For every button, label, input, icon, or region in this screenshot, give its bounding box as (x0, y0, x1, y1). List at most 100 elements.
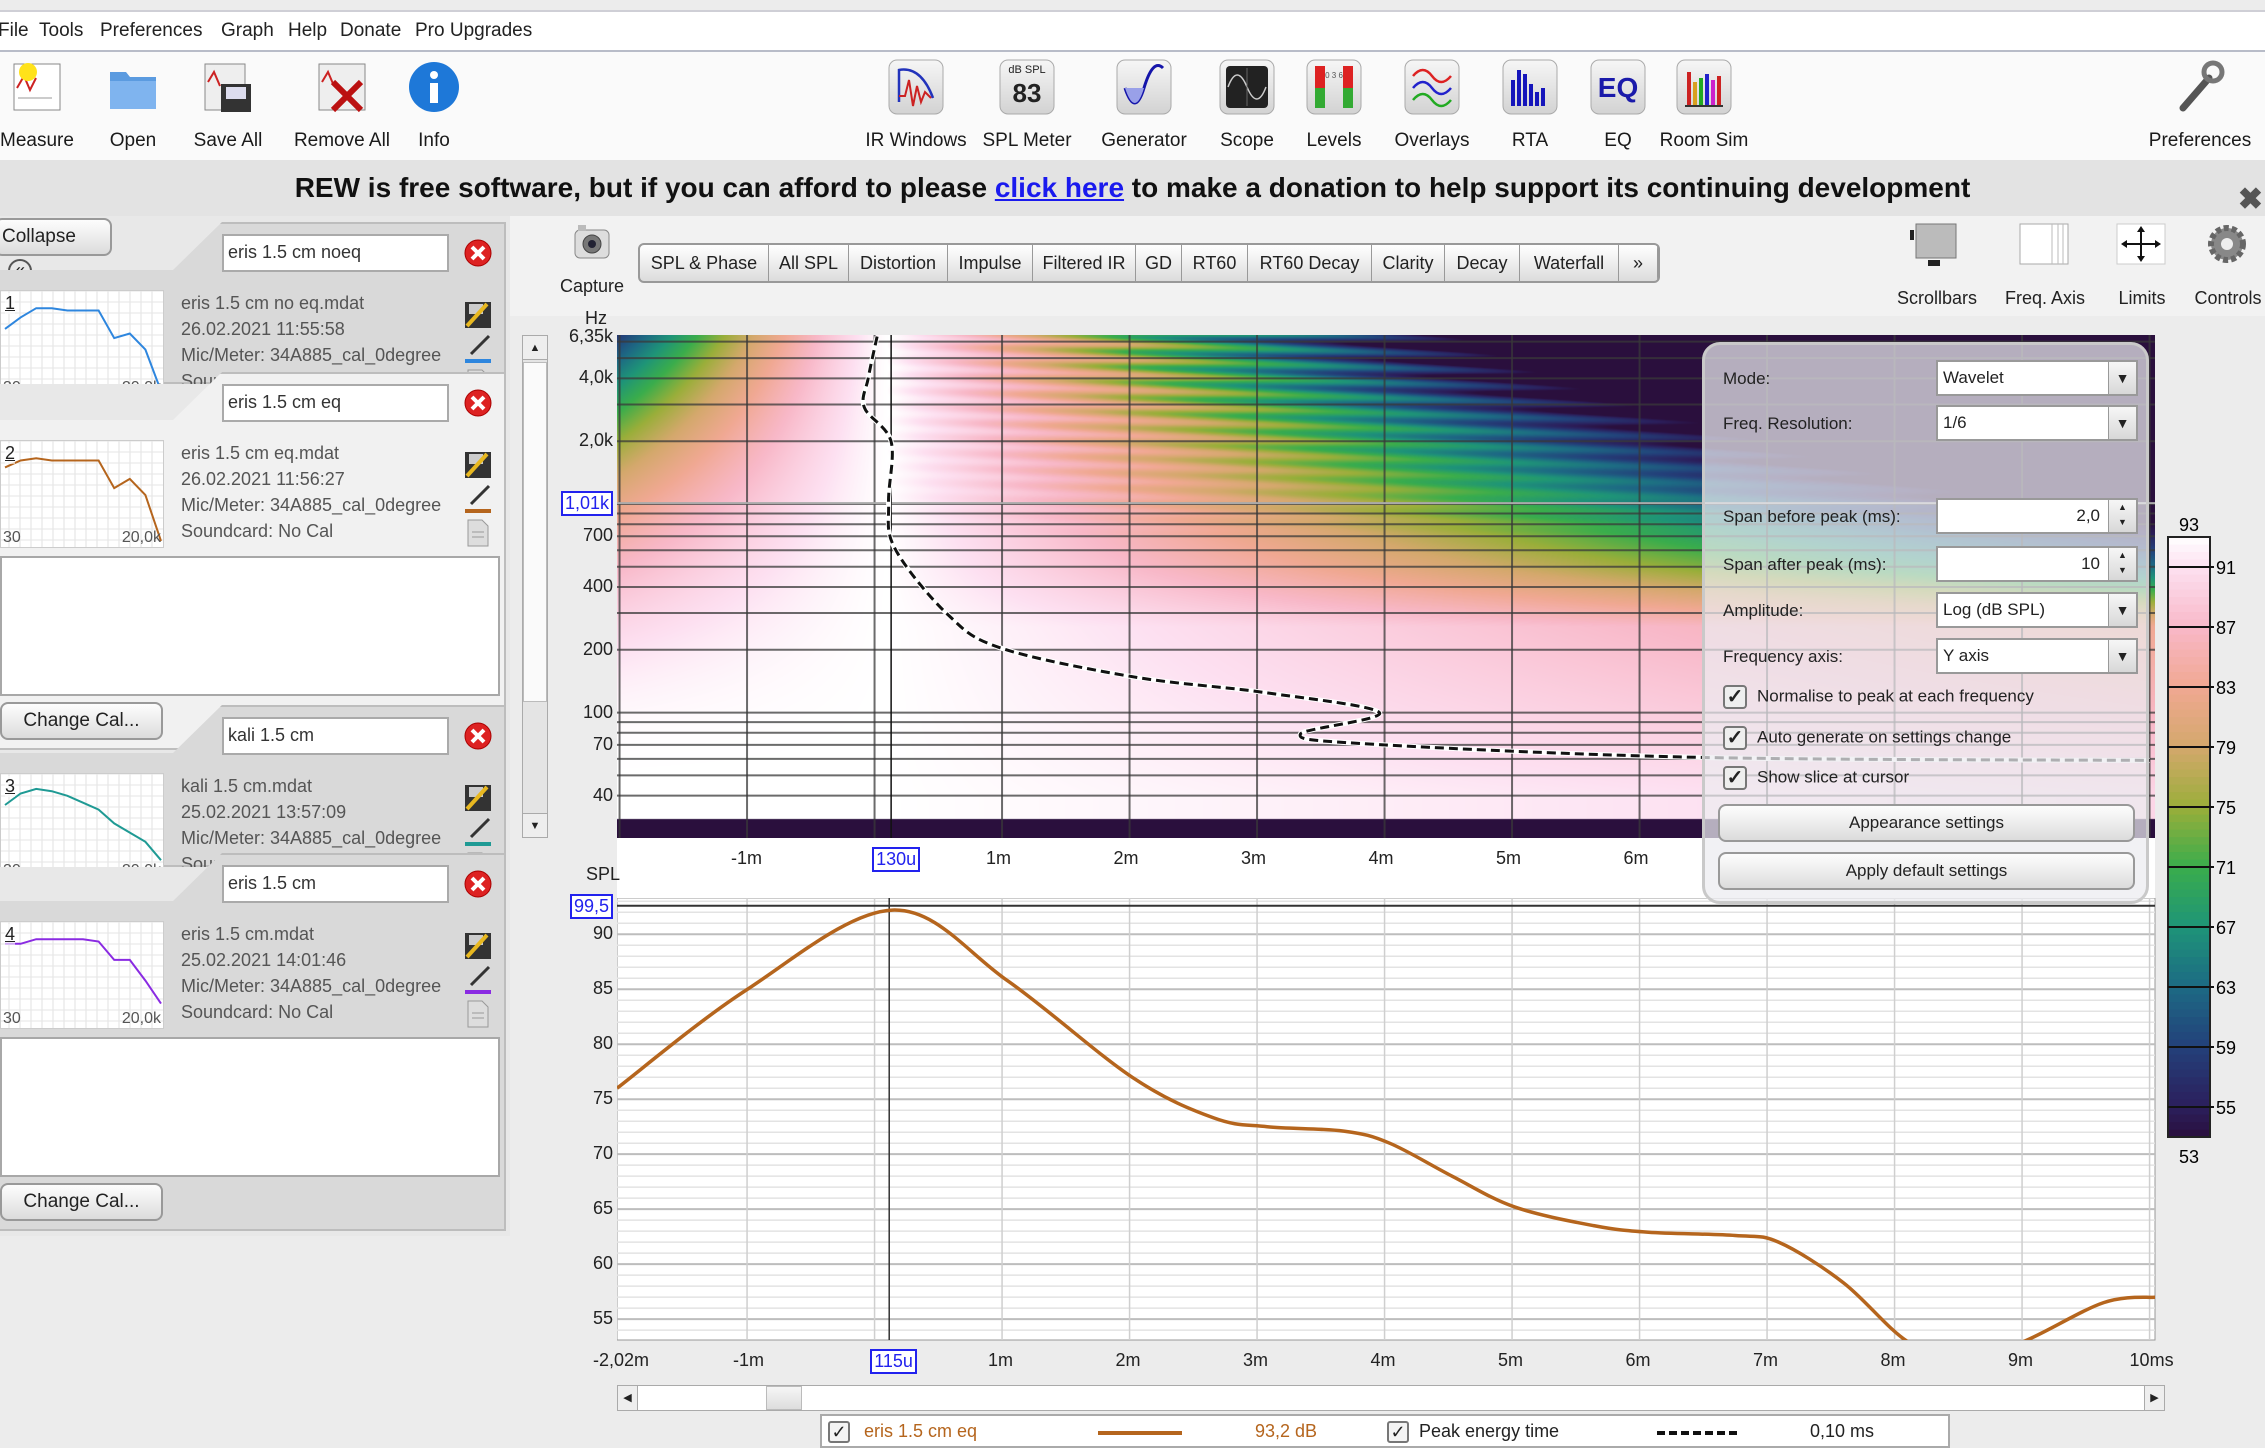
measurement-name-input[interactable]: eris 1.5 cm eq (222, 384, 449, 422)
measurement-thumbnail[interactable]: 1 30 20,0k (0, 290, 164, 384)
trace-color-pen-icon[interactable] (463, 334, 493, 364)
colorbar-label: 63 (2216, 978, 2236, 998)
remove-measurement-icon[interactable] (463, 238, 493, 268)
span-before-input[interactable]: 2,0 ▲ ▼ (1936, 498, 2138, 534)
tab-waterfall[interactable]: Waterfall (1520, 245, 1619, 281)
peak-toggle-checkbox[interactable]: ✓ (1387, 1421, 1409, 1444)
menu-tools[interactable]: Tools (39, 20, 83, 42)
info-button[interactable]: Info (369, 58, 499, 152)
change-cal-button[interactable]: Change Cal... (0, 702, 163, 740)
save-measurement-icon[interactable] (463, 300, 493, 330)
save-measurement-icon[interactable] (463, 450, 493, 480)
room-sim-button[interactable]: Room Sim (1639, 58, 1769, 152)
remove-measurement-icon[interactable] (463, 388, 493, 418)
normalise-checkbox[interactable]: ✓ Normalise to peak at each frequency (1723, 685, 2034, 709)
notes-document-icon[interactable] (463, 999, 493, 1029)
spinner-icon[interactable]: ▲ ▼ (2108, 548, 2136, 580)
trace-color-pen-icon[interactable] (463, 817, 493, 847)
checkmark-icon[interactable]: ✓ (1723, 726, 1747, 750)
info-icon (369, 58, 499, 116)
change-cal-button[interactable]: Change Cal... (0, 1183, 163, 1221)
freq-resolution-label: Freq. Resolution: (1723, 414, 1853, 433)
tab-rt60-decay[interactable]: RT60 Decay (1248, 245, 1372, 281)
tab-decay[interactable]: Decay (1445, 245, 1520, 281)
spectrogram-y-tick: 70 (592, 733, 613, 754)
frequency-axis-select[interactable]: Y axis ▼ (1936, 638, 2138, 674)
notes-document-icon[interactable] (463, 518, 493, 548)
apply-default-settings-button[interactable]: Apply default settings (1718, 852, 2135, 890)
tab-all-spl[interactable]: All SPL (769, 245, 849, 281)
collapse-button[interactable]: Collapse « (0, 218, 112, 283)
amplitude-select[interactable]: Log (dB SPL) ▼ (1936, 592, 2138, 628)
measurement-card[interactable]: eris 1.5 cm 4 30 20,0k eris 1.5 cm.mdat 25.02… (0, 853, 506, 1231)
appearance-settings-button[interactable]: Appearance settings (1718, 804, 2135, 842)
checkmark-icon[interactable]: ✓ (828, 1421, 850, 1444)
horizontal-scrollbar-thumb[interactable] (766, 1386, 802, 1410)
span-after-input[interactable]: 10 ▲ ▼ (1936, 546, 2138, 582)
checkmark-icon[interactable]: ✓ (1723, 685, 1747, 709)
trace-color-pen-icon[interactable] (463, 965, 493, 995)
menu-preferences[interactable]: Preferences (100, 20, 202, 42)
measurement-card[interactable]: eris 1.5 cm eq 2 30 20,0k eris 1.5 cm eq.mda… (0, 372, 506, 750)
tab-spl-phase[interactable]: SPL & Phase (640, 245, 769, 281)
menu-graph[interactable]: Graph (221, 20, 274, 42)
spl-line-chart[interactable] (617, 898, 2157, 1342)
save-measurement-icon[interactable] (463, 931, 493, 961)
measurement-thumbnail[interactable]: 4 30 20,0k (0, 921, 164, 1029)
tab-filtered-ir[interactable]: Filtered IR (1033, 245, 1136, 281)
measurement-notes-textarea[interactable] (0, 556, 500, 696)
checkmark-icon[interactable]: ✓ (1723, 766, 1747, 790)
measurement-name-input[interactable]: eris 1.5 cm noeq (222, 234, 449, 272)
scroll-down-arrow-icon[interactable]: ▼ (523, 813, 547, 837)
menu-file[interactable]: File (0, 20, 29, 42)
show-slice-checkbox[interactable]: ✓ Show slice at cursor (1723, 766, 1909, 790)
freq-resolution-select[interactable]: 1/6 ▼ (1936, 405, 2138, 441)
series-toggle-checkbox[interactable]: ✓ (828, 1421, 850, 1444)
measurement-notes-textarea[interactable] (0, 1037, 500, 1177)
remove-measurement-icon[interactable] (463, 869, 493, 899)
auto-generate-checkbox[interactable]: ✓ Auto generate on settings change (1723, 726, 2011, 750)
controls-button[interactable]: Controls (2173, 220, 2265, 309)
chevron-down-icon[interactable]: ▼ (2108, 362, 2136, 394)
scrollbars-button[interactable]: Scrollbars (1882, 220, 1992, 309)
tab-distortion[interactable]: Distortion (849, 245, 948, 281)
tab-rt60[interactable]: RT60 (1182, 245, 1248, 281)
vertical-scrollbar-thumb[interactable] (523, 362, 547, 702)
vertical-scrollbar[interactable]: ▲ ▼ (522, 335, 548, 838)
chevron-down-icon[interactable]: ▼ (2108, 407, 2136, 439)
horizontal-scrollbar[interactable]: ◀ ▶ (617, 1385, 2165, 1411)
colorbar-segment (2168, 754, 2210, 763)
tab-impulse[interactable]: Impulse (948, 245, 1033, 281)
remove-measurement-icon[interactable] (463, 721, 493, 751)
tab-clarity[interactable]: Clarity (1372, 245, 1445, 281)
measurement-thumbnail[interactable]: 2 30 20,0k (0, 440, 164, 548)
menu-pro-upgrades[interactable]: Pro Upgrades (415, 20, 532, 42)
spl-y-tick: 70 (592, 1143, 613, 1164)
trace-color-pen-icon[interactable] (463, 484, 493, 514)
mode-value: Wavelet (1943, 368, 2004, 387)
scroll-left-arrow-icon[interactable]: ◀ (618, 1386, 638, 1410)
freq-resolution-value: 1/6 (1943, 413, 1967, 432)
donate-link[interactable]: click here (995, 172, 1124, 203)
freq-axis-button[interactable]: Freq. Axis (1990, 220, 2100, 309)
mode-select[interactable]: Wavelet ▼ (1936, 360, 2138, 396)
preferences-button[interactable]: Preferences (2135, 58, 2265, 152)
scroll-up-arrow-icon[interactable]: ▲ (523, 336, 547, 360)
scroll-right-arrow-icon[interactable]: ▶ (2144, 1386, 2164, 1410)
capture-button[interactable]: Capture (550, 222, 634, 297)
save-measurement-icon[interactable] (463, 783, 493, 813)
chevron-down-icon[interactable]: ▼ (2108, 594, 2136, 626)
menu-donate[interactable]: Donate (340, 20, 401, 42)
measurement-thumbnail[interactable]: 3 30 20,0k (0, 773, 164, 867)
spl-plot-background (617, 898, 2156, 1341)
menu-help[interactable]: Help (288, 20, 327, 42)
spinner-icon[interactable]: ▲ ▼ (2108, 500, 2136, 532)
save-all-button[interactable]: Save All (163, 58, 293, 152)
measurement-name-input[interactable]: eris 1.5 cm (222, 865, 449, 903)
checkmark-icon[interactable]: ✓ (1387, 1421, 1409, 1444)
measurement-name-input[interactable]: kali 1.5 cm (222, 717, 449, 755)
chevron-down-icon[interactable]: ▼ (2108, 640, 2136, 672)
spl-meter-button[interactable]: dB SPL 83 SPL Meter (962, 58, 1092, 152)
tab-more[interactable]: » (1619, 245, 1658, 281)
tab-gd[interactable]: GD (1136, 245, 1182, 281)
